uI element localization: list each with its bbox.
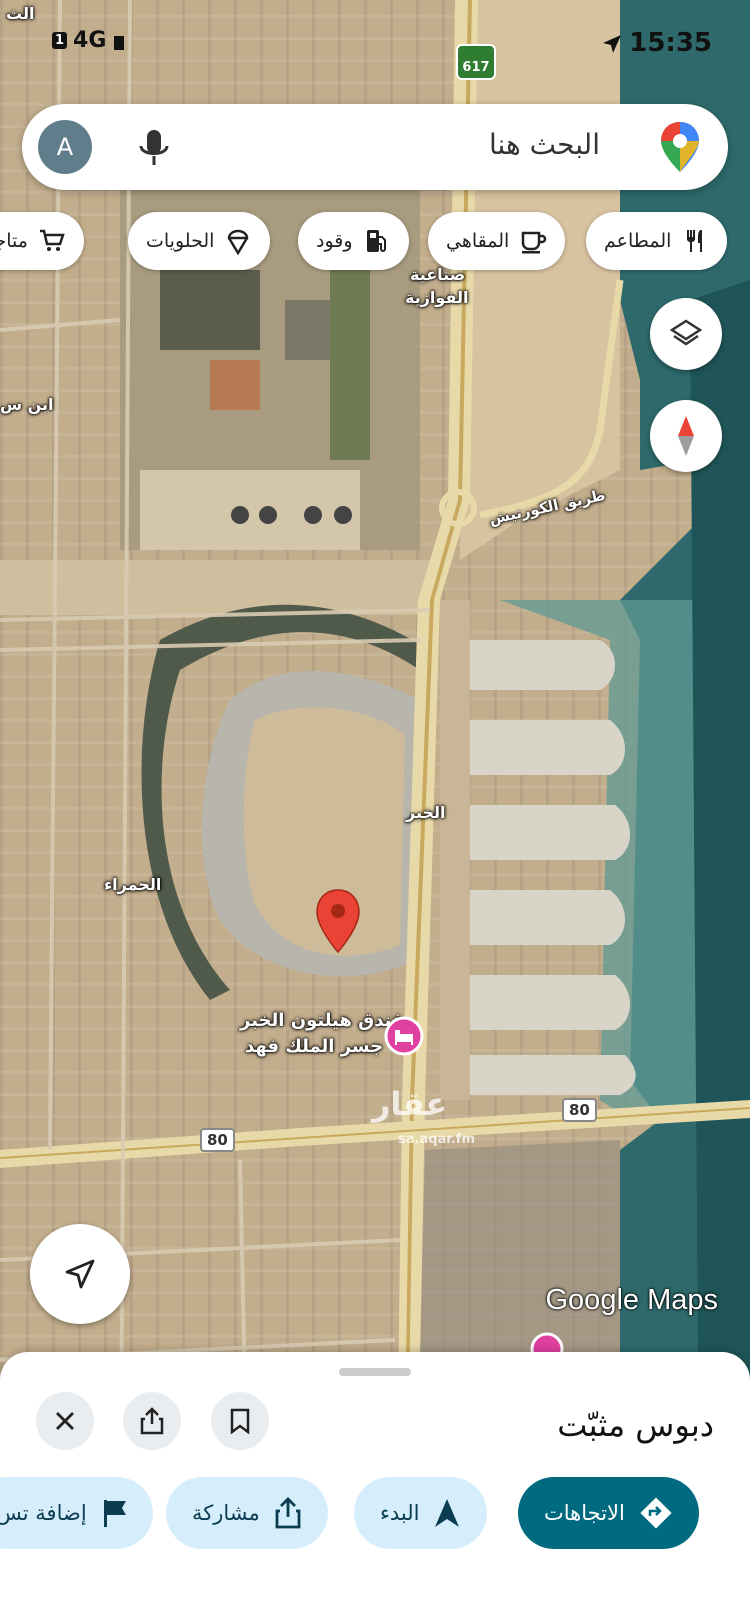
my-location-button[interactable] — [30, 1224, 130, 1324]
add-label-button[interactable]: إضافة تس — [0, 1477, 153, 1549]
sim-icon: 1 — [52, 32, 68, 49]
google-maps-pin-icon — [661, 122, 699, 172]
map-label-hamra: الحمراء — [104, 875, 162, 894]
flag-icon — [103, 1500, 126, 1527]
layers-button[interactable] — [650, 298, 722, 370]
fork-knife-icon — [687, 230, 703, 252]
route-80-shield-left: 80 — [200, 1128, 235, 1152]
chip-label: الحلويات — [146, 230, 215, 252]
battery-small-icon — [114, 35, 125, 50]
start-label: البدء — [380, 1501, 420, 1525]
start-button[interactable]: البدء — [354, 1477, 488, 1549]
chip-label: متاجر — [0, 230, 28, 252]
dropped-pin-icon[interactable] — [315, 888, 361, 958]
map-label-khobar: الخبر — [406, 803, 446, 822]
sheet-title: دبوس مثبّت — [557, 1406, 714, 1444]
navigation-arrow-icon — [435, 1499, 460, 1527]
save-button[interactable] — [211, 1392, 269, 1450]
compass-icon — [678, 416, 694, 456]
chip-cafes[interactable]: المقاهي — [428, 212, 566, 270]
map-label-industrial-2: الفوازية — [405, 288, 469, 307]
layers-icon — [669, 319, 703, 346]
chip-label: المقاهي — [446, 230, 510, 252]
watermark-url: sa.aqar.fm — [398, 1132, 475, 1147]
search-input[interactable]: البحث هنا — [489, 128, 600, 161]
share-icon — [140, 1407, 164, 1435]
coffee-cup-icon — [522, 231, 547, 254]
share-round-button[interactable] — [123, 1392, 181, 1450]
share-icon — [275, 1497, 301, 1529]
directions-label: الاتجاهات — [544, 1501, 625, 1525]
google-maps-logo: Google Maps — [545, 1284, 719, 1316]
chip-label: المطاعم — [604, 230, 672, 252]
route-80-shield-right: 80 — [562, 1098, 597, 1122]
chip-label: وقود — [316, 230, 353, 252]
compass-button[interactable] — [650, 400, 722, 472]
gas-pump-icon — [366, 230, 386, 252]
clock-text: 15:35 — [629, 28, 712, 58]
map-label-ibn: ابن س — [0, 395, 54, 414]
hotel-pin-icon[interactable] — [384, 1016, 424, 1056]
share-label: مشاركة — [192, 1501, 260, 1525]
route-617-shield: 617 — [456, 44, 496, 80]
bookmark-icon — [230, 1408, 250, 1434]
directions-icon — [640, 1497, 672, 1529]
location-arrow-icon — [603, 34, 622, 53]
watermark-logo: عقار — [372, 1085, 448, 1123]
status-time: 15:35 — [601, 28, 712, 58]
hotel-label[interactable]: فندق هيلتون الخبر — [240, 1010, 404, 1031]
close-icon — [56, 1412, 74, 1430]
chip-shops[interactable]: متاجر — [0, 212, 84, 270]
chip-fuel[interactable]: وقود — [298, 212, 409, 270]
bridge-label[interactable]: جسر الملك فهد — [245, 1036, 383, 1057]
place-bottom-sheet[interactable]: دبوس مثبّت الاتجاهات البدء مشاركة إضافة … — [0, 1352, 750, 1624]
close-button[interactable] — [36, 1392, 94, 1450]
network-type: 4G — [73, 28, 107, 53]
sheet-drag-handle[interactable] — [339, 1368, 411, 1376]
navigation-arrow-icon — [65, 1259, 95, 1289]
map-label-top-left: الث — [6, 4, 35, 23]
chip-sweets[interactable]: الحلويات — [128, 212, 271, 270]
share-button[interactable]: مشاركة — [166, 1477, 328, 1549]
status-network: 1 4G — [52, 28, 126, 53]
directions-button[interactable]: الاتجاهات — [518, 1477, 699, 1549]
account-avatar[interactable]: A — [38, 120, 92, 174]
chip-restaurants[interactable]: المطاعم — [586, 212, 728, 270]
ice-cream-icon — [228, 229, 249, 255]
microphone-icon[interactable] — [134, 126, 174, 170]
search-bar[interactable]: A البحث هنا — [22, 104, 728, 190]
add-label-text: إضافة تس — [0, 1501, 87, 1525]
cart-icon — [39, 229, 65, 251]
